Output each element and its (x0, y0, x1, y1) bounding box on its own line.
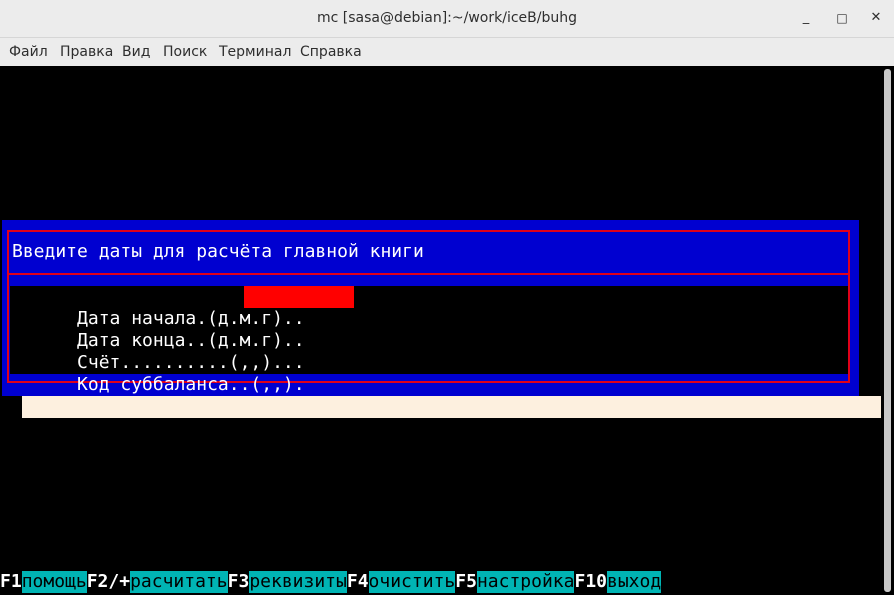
menu-search[interactable]: Поиск (163, 38, 207, 66)
scrollbar-thumb[interactable] (884, 69, 891, 592)
fkey-f4[interactable]: F4 (347, 571, 369, 593)
fkey-f1[interactable]: F1 (0, 571, 22, 593)
fkey-f5-label[interactable]: настройка (476, 571, 575, 593)
close-button[interactable]: ✕ (866, 8, 886, 28)
fkey-f10-label[interactable]: выход (607, 571, 662, 593)
field-end-date[interactable]: Дата конца..(д.м.г).. (12, 308, 305, 351)
menu-view[interactable]: Вид (122, 38, 150, 66)
dialog-separator (9, 273, 849, 275)
fkey-f2-label[interactable]: расчитать (130, 571, 228, 593)
fkey-f4-label[interactable]: очистить (368, 571, 456, 593)
window-title: mc [sasa@debian]:~/work/iceB/buhg (317, 10, 577, 26)
fkey-f3-label[interactable]: реквизиты (249, 571, 347, 593)
maximize-button[interactable]: □ (832, 8, 852, 28)
fkey-f1-label[interactable]: помощь (21, 571, 87, 593)
menubar: Файл Правка Вид Поиск Терминал Справка (0, 38, 894, 67)
dialog-shadow (22, 396, 881, 418)
start-date-input[interactable] (244, 286, 354, 308)
fkey-f2[interactable]: F2/+ (87, 571, 130, 593)
menu-file[interactable]: Файл (9, 38, 48, 66)
date-dialog: Введите даты для расчёта главной книги Д… (2, 220, 859, 396)
field-start-date[interactable]: Дата начала.(д.м.г).. (12, 286, 354, 329)
menu-help[interactable]: Справка (300, 38, 362, 66)
scrollbar[interactable] (880, 66, 894, 595)
fkey-f3[interactable]: F3 (228, 571, 250, 593)
dialog-title: Введите даты для расчёта главной книги (12, 241, 424, 262)
menu-terminal[interactable]: Терминал (219, 38, 291, 66)
fkey-f5[interactable]: F5 (455, 571, 477, 593)
window-titlebar: mc [sasa@debian]:~/work/iceB/buhg _ □ ✕ (0, 0, 894, 38)
field-account[interactable]: Счёт..........(,,)... (12, 330, 305, 373)
menu-edit[interactable]: Правка (60, 38, 113, 66)
minimize-button[interactable]: _ (796, 8, 816, 28)
function-key-bar: F1помощьF2/+расчитатьF3реквизитыF4очисти… (0, 571, 662, 593)
field-subbalance[interactable]: Код суббаланса..(,,). (12, 352, 305, 395)
field-label-subbalance: Код суббаланса..(,,). (77, 374, 305, 395)
fkey-f10[interactable]: F10 (574, 571, 607, 593)
dialog-fields: Дата начала.(д.м.г).. Дата конца..(д.м.г… (10, 286, 848, 395)
